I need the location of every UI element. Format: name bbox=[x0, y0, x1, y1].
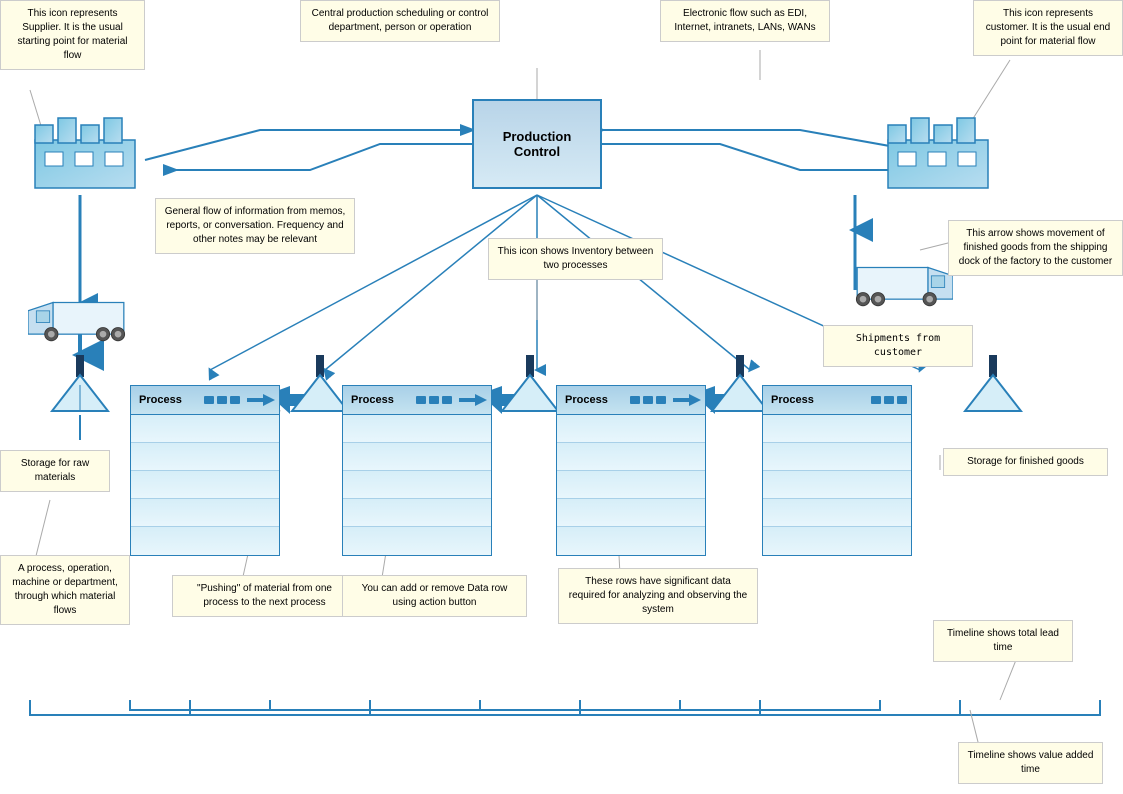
callout-info-flow: General flow of information from memos, … bbox=[155, 198, 355, 254]
callout-storage-finished: Storage for finished goods bbox=[943, 448, 1108, 476]
production-control-label: Production Control bbox=[503, 129, 572, 159]
customer-factory bbox=[883, 110, 993, 193]
process-box-4: Process bbox=[762, 385, 912, 556]
callout-customer: This icon represents customer. It is the… bbox=[973, 0, 1123, 56]
inventory-triangle-left bbox=[50, 355, 110, 416]
callout-process-desc: A process, operation, machine or departm… bbox=[0, 555, 130, 625]
callout-storage-finished-text: Storage for finished goods bbox=[967, 456, 1084, 467]
callout-storage-raw-text: Storage for raw materials bbox=[21, 458, 89, 483]
callout-data-row-text: You can add or remove Data row using act… bbox=[362, 583, 508, 608]
process-box-3: Process bbox=[556, 385, 706, 556]
process-row-1-4 bbox=[131, 499, 279, 527]
inventory-triangle-2 bbox=[500, 355, 560, 416]
callout-customer-text: This icon represents customer. It is the… bbox=[986, 8, 1111, 47]
inventory-triangle-3 bbox=[710, 355, 770, 416]
callout-storage-raw: Storage for raw materials bbox=[0, 450, 110, 492]
callout-prod-text: Central production scheduling or control… bbox=[312, 8, 489, 33]
callout-supplier-text: This icon represents Supplier. It is the… bbox=[17, 8, 127, 61]
process-row-2-1 bbox=[343, 415, 491, 443]
process-row-4-4 bbox=[763, 499, 911, 527]
callout-timeline-lead-text: Timeline shows total lead time bbox=[947, 628, 1059, 653]
process-row-4-1 bbox=[763, 415, 911, 443]
callout-push: "Pushing" of material from one process t… bbox=[172, 575, 357, 617]
callout-timeline-lead: Timeline shows total lead time bbox=[933, 620, 1073, 662]
process-row-1-1 bbox=[131, 415, 279, 443]
process-box-1: Process bbox=[130, 385, 280, 556]
callout-timeline-value-text: Timeline shows value added time bbox=[968, 750, 1094, 775]
callout-inventory: This icon shows Inventory between two pr… bbox=[488, 238, 663, 280]
process-header-3: Process bbox=[556, 385, 706, 415]
callout-electronic: Electronic flow such as EDI, Internet, i… bbox=[660, 0, 830, 42]
process-row-4-3 bbox=[763, 471, 911, 499]
process-row-3-1 bbox=[557, 415, 705, 443]
process-row-1-2 bbox=[131, 443, 279, 471]
process-row-1-5 bbox=[131, 527, 279, 555]
process-header-4: Process bbox=[762, 385, 912, 415]
callout-data-row: You can add or remove Data row using act… bbox=[342, 575, 527, 617]
callout-movement-text: This arrow shows movement of finished go… bbox=[959, 228, 1112, 267]
process-row-1-3 bbox=[131, 471, 279, 499]
callout-timeline-value: Timeline shows value added time bbox=[958, 742, 1103, 784]
callout-process-text: A process, operation, machine or departm… bbox=[12, 563, 118, 616]
process-row-4-5 bbox=[763, 527, 911, 555]
callout-movement: This arrow shows movement of finished go… bbox=[948, 220, 1123, 276]
production-control-box: Production Control bbox=[472, 99, 602, 189]
supplier-factory bbox=[30, 110, 140, 193]
process-row-3-4 bbox=[557, 499, 705, 527]
callout-shipments: Shipments from customer bbox=[823, 325, 973, 367]
process-row-3-5 bbox=[557, 527, 705, 555]
process-box-2: Process bbox=[342, 385, 492, 556]
process-row-2-3 bbox=[343, 471, 491, 499]
callout-prod-control: Central production scheduling or control… bbox=[300, 0, 500, 42]
process-row-3-2 bbox=[557, 443, 705, 471]
process-row-3-3 bbox=[557, 471, 705, 499]
callout-significant-text: These rows have significant data require… bbox=[569, 576, 747, 615]
callout-info-text: General flow of information from memos, … bbox=[165, 206, 346, 245]
process-header-2: Process bbox=[342, 385, 492, 415]
process-row-4-2 bbox=[763, 443, 911, 471]
callout-inventory-text: This icon shows Inventory between two pr… bbox=[498, 246, 654, 271]
process-header-1: Process bbox=[130, 385, 280, 415]
process-row-2-2 bbox=[343, 443, 491, 471]
callout-electronic-text: Electronic flow such as EDI, Internet, i… bbox=[674, 8, 815, 33]
customer-truck bbox=[853, 260, 953, 313]
callout-shipments-text: Shipments from customer bbox=[856, 333, 940, 358]
inventory-triangle-1 bbox=[290, 355, 350, 416]
callout-push-text: "Pushing" of material from one process t… bbox=[197, 583, 332, 608]
process-row-2-5 bbox=[343, 527, 491, 555]
process-row-2-4 bbox=[343, 499, 491, 527]
callout-significant: These rows have significant data require… bbox=[558, 568, 758, 624]
supplier-truck bbox=[28, 295, 128, 348]
callout-supplier: This icon represents Supplier. It is the… bbox=[0, 0, 145, 70]
